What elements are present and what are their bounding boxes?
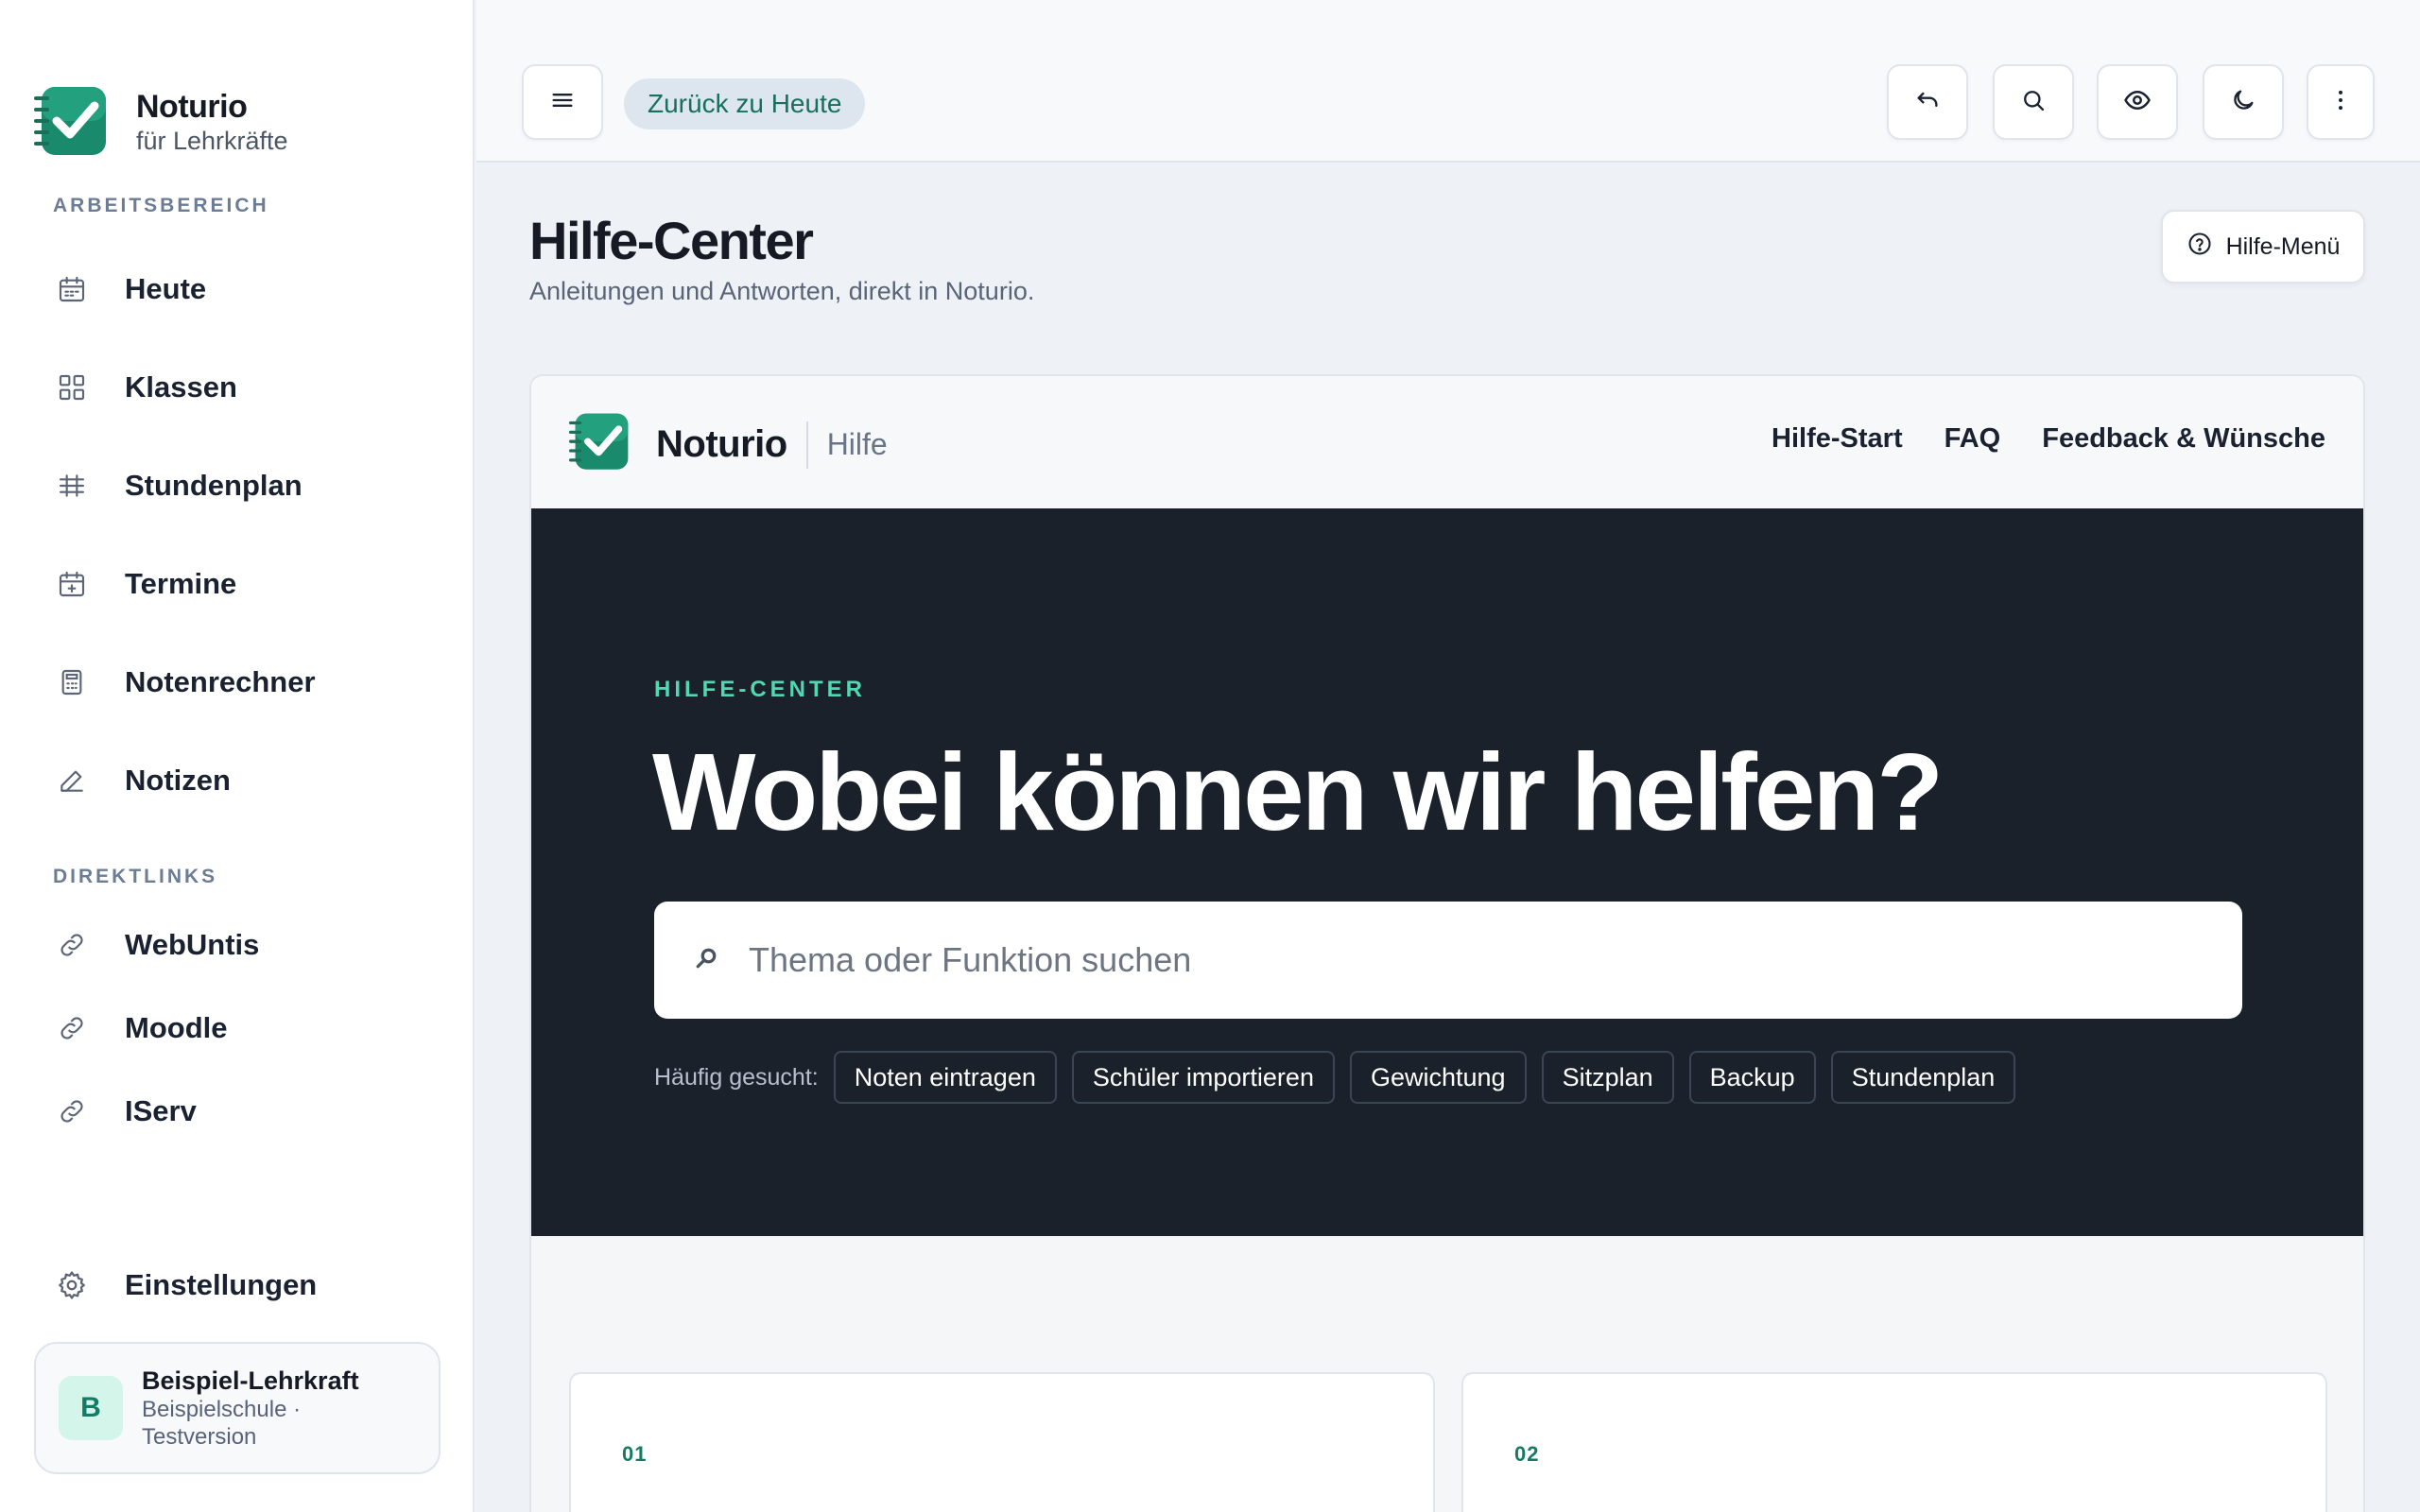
quick-chip-backup[interactable]: Backup (1688, 1051, 1816, 1104)
sidebar-item-label: Heute (125, 272, 207, 305)
card-number: 01 (622, 1442, 648, 1466)
quick-search-label: Häufig gesucht: (654, 1063, 819, 1091)
user-name: Beispiel-Lehrkraft (142, 1366, 359, 1395)
noturio-logo-icon (34, 85, 108, 159)
sidebar-item-notenrechner[interactable]: Notenrechner (53, 654, 450, 711)
help-brand-sub: Hilfe (826, 427, 888, 461)
sidebar-item-label: Klassen (125, 370, 237, 404)
help-hero: HILFE-CENTER Wobei können wir helfen? Hä… (531, 508, 2363, 1236)
hero-title: Wobei können wir helfen? (652, 730, 1944, 853)
quick-search: Häufig gesucht: Noten eintragen Schüler … (654, 1051, 2031, 1104)
more-vertical-icon (2327, 87, 2354, 118)
search-button[interactable] (1993, 64, 2074, 140)
sidebar-item-iserv[interactable]: IServ (53, 1083, 450, 1140)
page-title: Hilfe-Center (529, 211, 814, 270)
help-card[interactable]: 02 (1461, 1372, 2327, 1512)
gear-icon (53, 1266, 91, 1304)
sidebar-item-webuntis[interactable]: WebUntis (53, 917, 450, 973)
help-nav-links: Hilfe-Start FAQ Feedback & Wünsche (1730, 423, 2325, 455)
menu-button[interactable] (522, 64, 603, 140)
settings-label: Einstellungen (125, 1268, 318, 1301)
hero-eyebrow: HILFE-CENTER (654, 677, 866, 702)
quick-chip-noten-eintragen[interactable]: Noten eintragen (833, 1051, 1057, 1104)
help-nav: Noturio Hilfe Hilfe-Start FAQ Feedback &… (531, 376, 2363, 508)
link-icon (53, 1009, 91, 1047)
help-menu-button[interactable]: Hilfe-Menü (2161, 210, 2365, 284)
direct-links-section-label: DIREKTLINKS (53, 866, 218, 887)
workspace-section-label: ARBEITSBEREICH (53, 195, 269, 216)
table-icon (53, 467, 91, 505)
card-number: 02 (1514, 1442, 1540, 1466)
help-brand-name: Noturio (656, 423, 787, 465)
sidebar-item-label: Stundenplan (125, 469, 302, 502)
brand-divider (805, 421, 808, 469)
help-brand[interactable]: Noturio Hilfe (569, 412, 888, 477)
help-search-box[interactable] (654, 902, 2242, 1019)
sidebar-item-klassen[interactable]: Klassen (53, 359, 450, 416)
calendar-icon (53, 270, 91, 308)
help-center-frame: Noturio Hilfe Hilfe-Start FAQ Feedback &… (529, 374, 2365, 1512)
link-icon (53, 926, 91, 964)
back-to-today-button[interactable]: Zurück zu Heute (624, 78, 866, 129)
eye-icon (2123, 86, 2152, 119)
quick-chip-schueler-importieren[interactable]: Schüler importieren (1071, 1051, 1335, 1104)
app-subtitle: für Lehrkräfte (136, 127, 288, 155)
sidebar: Noturio für Lehrkräfte ARBEITSBEREICH He… (0, 0, 475, 1512)
user-meta: Beispielschule · Testversion (142, 1397, 302, 1450)
topbar: Zurück zu Heute (476, 0, 2420, 163)
sidebar-item-label: Termine (125, 567, 237, 600)
undo-icon (1914, 87, 1941, 118)
page-subtitle: Anleitungen und Antworten, direkt in Not… (529, 277, 1035, 305)
help-card[interactable]: 01 (569, 1372, 1435, 1512)
pencil-icon (53, 762, 91, 799)
help-search-input[interactable] (749, 940, 2167, 980)
app-brand[interactable]: Noturio für Lehrkräfte (34, 85, 288, 159)
avatar: B (59, 1376, 123, 1440)
sidebar-item-einstellungen[interactable]: Einstellungen (53, 1257, 450, 1314)
help-nav-link-faq[interactable]: FAQ (1945, 423, 2001, 455)
preview-button[interactable] (2097, 64, 2178, 140)
calculator-icon (53, 663, 91, 701)
dark-mode-button[interactable] (2203, 64, 2284, 140)
grid-icon (53, 369, 91, 406)
more-button[interactable] (2307, 64, 2375, 140)
sidebar-item-label: WebUntis (125, 928, 260, 961)
app-name: Noturio (136, 89, 248, 125)
sidebar-item-stundenplan[interactable]: Stundenplan (53, 457, 450, 514)
sidebar-item-moodle[interactable]: Moodle (53, 1000, 450, 1057)
help-menu-label: Hilfe-Menü (2225, 232, 2341, 260)
sidebar-item-notizen[interactable]: Notizen (53, 752, 450, 809)
sidebar-item-heute[interactable]: Heute (53, 261, 450, 318)
moon-icon (2230, 87, 2256, 118)
search-icon (2020, 87, 2047, 118)
quick-chip-sitzplan[interactable]: Sitzplan (1541, 1051, 1674, 1104)
user-card[interactable]: B Beispiel-Lehrkraft Beispielschule · Te… (34, 1342, 441, 1474)
quick-chip-stundenplan[interactable]: Stundenplan (1830, 1051, 2016, 1104)
sidebar-item-label: Notenrechner (125, 665, 316, 698)
calendar-plus-icon (53, 565, 91, 603)
help-circle-icon (2187, 231, 2226, 264)
sidebar-item-label: Moodle (125, 1011, 228, 1044)
help-nav-link-feedback[interactable]: Feedback & Wünsche (2042, 423, 2325, 455)
undo-button[interactable] (1887, 64, 1968, 140)
sidebar-item-termine[interactable]: Termine (53, 556, 450, 612)
sidebar-item-label: IServ (125, 1094, 197, 1127)
sidebar-item-label: Notizen (125, 764, 231, 797)
menu-icon (549, 87, 576, 118)
help-nav-link-start[interactable]: Hilfe-Start (1772, 423, 1903, 455)
noturio-logo-icon (569, 412, 630, 477)
quick-chip-gewichtung[interactable]: Gewichtung (1349, 1051, 1527, 1104)
search-icon (692, 944, 720, 977)
link-icon (53, 1092, 91, 1130)
